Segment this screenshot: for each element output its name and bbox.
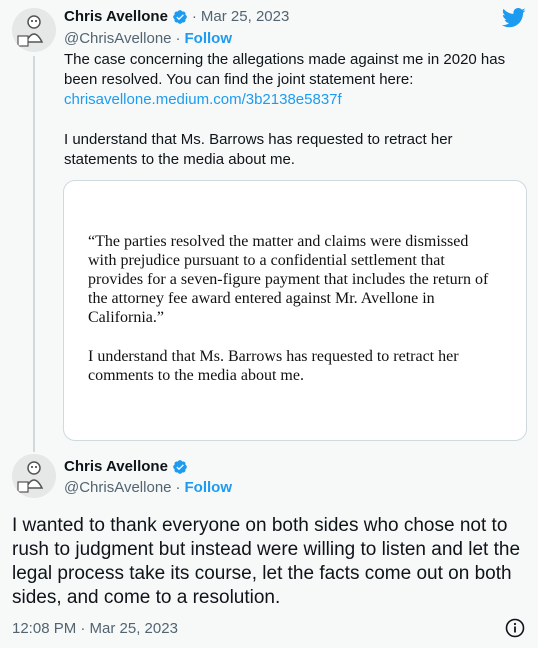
- author-handle[interactable]: @ChrisAvellone: [64, 30, 172, 47]
- tweet-timestamp[interactable]: 12:08 PM · Mar 25, 2023: [12, 620, 178, 637]
- info-icon[interactable]: [505, 618, 525, 638]
- avatar[interactable]: [12, 454, 56, 498]
- tweet-paragraph: I understand that Ms. Barrows has reques…: [64, 131, 453, 168]
- author-name[interactable]: Chris Avellone: [64, 8, 168, 25]
- tweet2-handle-row: @ChrisAvellone · Follow: [64, 479, 232, 496]
- verified-badge-icon: [173, 9, 187, 24]
- author-handle[interactable]: @ChrisAvellone: [64, 479, 172, 496]
- tweet1-body: The case concerning the allegations made…: [64, 50, 526, 170]
- tweet2-body: I wanted to thank everyone on both sides…: [12, 515, 521, 608]
- avatar[interactable]: [12, 8, 56, 52]
- tweet-link[interactable]: chrisavellone.medium.com/3b2138e5837f: [64, 90, 526, 110]
- avatar-image: [12, 454, 56, 498]
- author-name[interactable]: Chris Avellone: [64, 458, 168, 475]
- tweet2-header: Chris Avellone: [64, 458, 188, 475]
- separator-dot: ·: [175, 479, 181, 496]
- thread-line: [33, 56, 35, 452]
- separator-dot: ·: [191, 8, 197, 25]
- follow-button[interactable]: Follow: [185, 30, 233, 47]
- tweet-date[interactable]: Mar 25, 2023: [201, 8, 289, 25]
- separator-dot: ·: [175, 30, 181, 47]
- tweet1-handle-row: @ChrisAvellone · Follow: [64, 30, 232, 47]
- statement-image-card[interactable]: “The parties resolved the matter and cla…: [63, 180, 527, 441]
- twitter-bird-icon[interactable]: [502, 8, 526, 28]
- statement-paragraph: I understand that Ms. Barrows has reques…: [88, 348, 459, 384]
- tweet-paragraph: The case concerning the allegations made…: [64, 51, 506, 88]
- avatar-image: [12, 8, 56, 52]
- tweet1-header: Chris Avellone · Mar 25, 2023: [64, 8, 289, 25]
- verified-badge-icon: [173, 459, 187, 474]
- statement-quote: “The parties resolved the matter and cla…: [88, 233, 489, 326]
- follow-button[interactable]: Follow: [185, 479, 233, 496]
